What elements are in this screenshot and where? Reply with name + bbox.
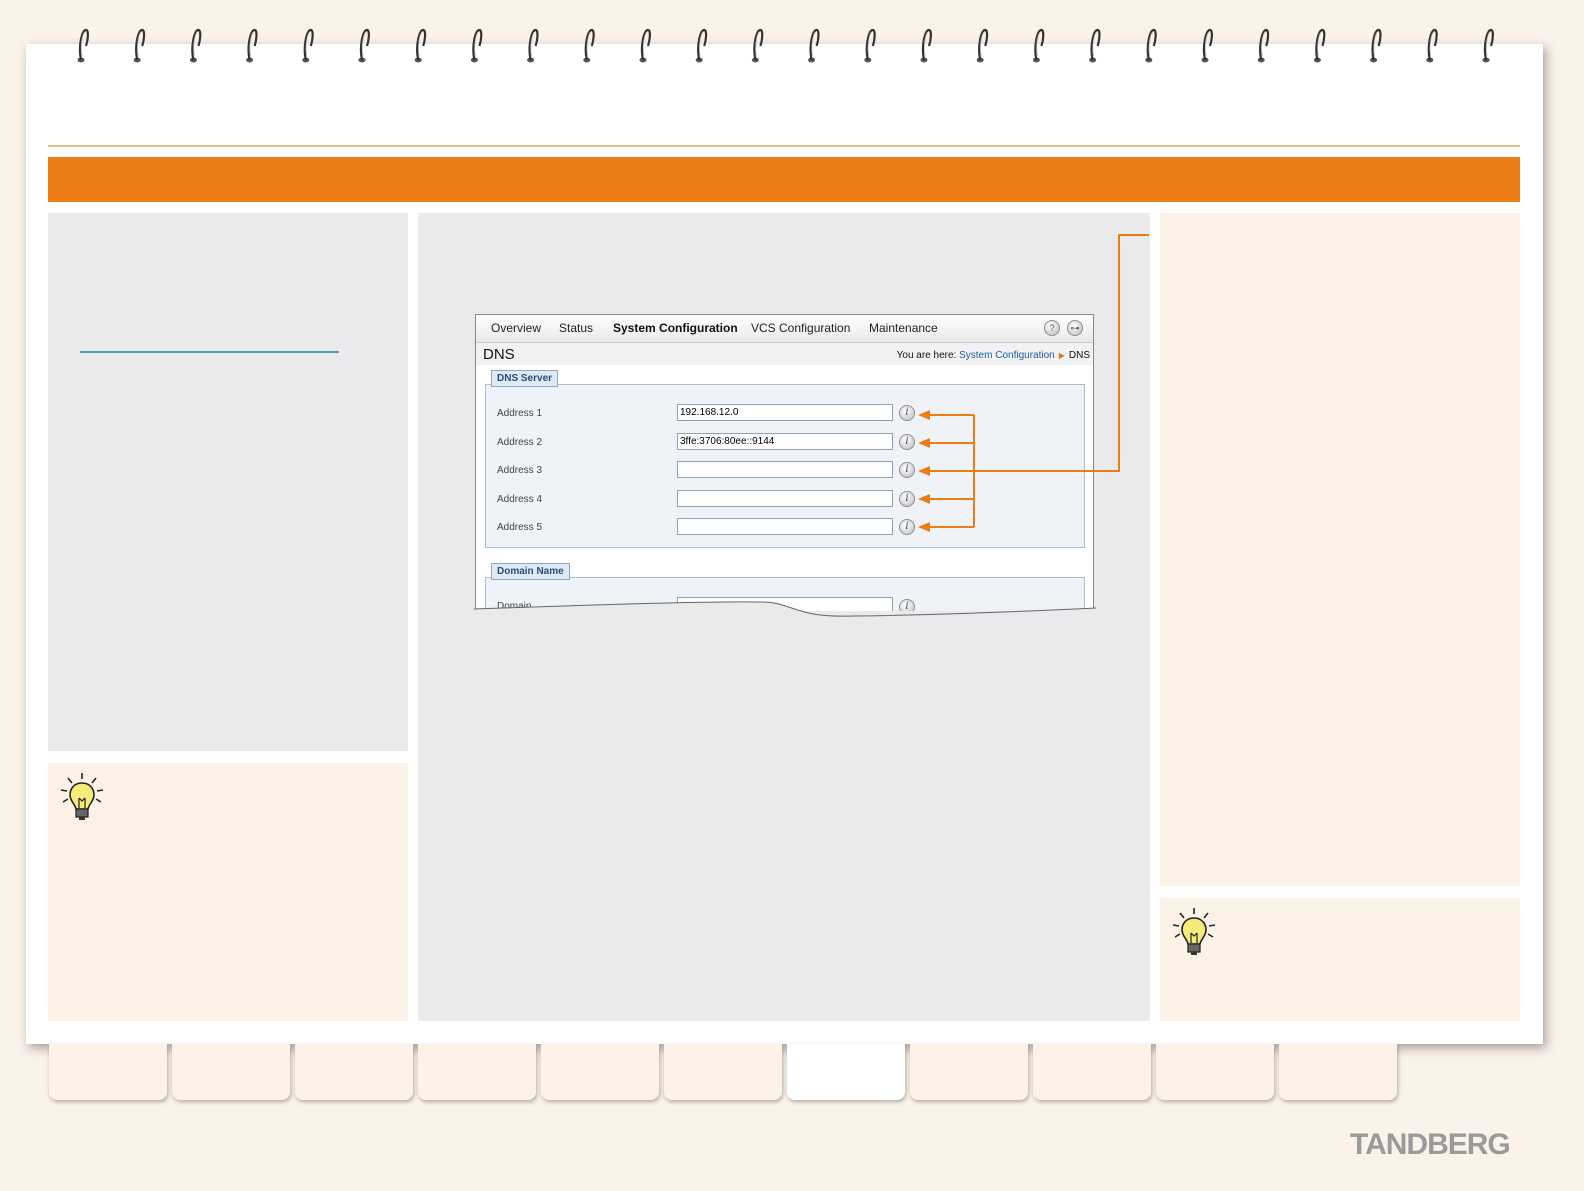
address-5-label: Address 5	[497, 522, 543, 533]
binding-ring	[583, 28, 595, 63]
binding-ring	[864, 28, 876, 63]
tandberg-logo: TANDBERG	[1350, 1128, 1511, 1161]
breadcrumb-link-system-configuration[interactable]: System Configuration	[959, 350, 1055, 361]
binding-ring	[189, 28, 202, 63]
section-tab-6[interactable]	[664, 1044, 782, 1100]
page-title: DNS	[483, 346, 515, 363]
info-icon[interactable]: i	[899, 519, 915, 535]
logout-key-icon[interactable]: ⊶	[1067, 320, 1083, 336]
info-icon[interactable]: i	[899, 405, 915, 421]
address-2-input[interactable]: 3ffe:3706:80ee::9144	[677, 433, 893, 450]
binding-ring	[302, 28, 314, 63]
address-4-label: Address 4	[497, 494, 543, 505]
binding-ring	[639, 28, 651, 63]
binding-ring	[414, 28, 427, 63]
breadcrumb-prefix: You are here:	[896, 350, 957, 361]
breadcrumb: You are here: System Configuration ▶ DNS	[897, 350, 1090, 361]
section-tab-3[interactable]	[295, 1044, 413, 1100]
binding-ring	[246, 28, 258, 63]
address-4-input[interactable]	[677, 490, 893, 507]
binding-ring	[751, 28, 764, 63]
address-2-label: Address 2	[497, 437, 543, 448]
lightbulb-icon	[1172, 908, 1216, 955]
breadcrumb-arrow-icon: ▶	[1058, 351, 1065, 360]
binding-ring	[358, 28, 370, 63]
section-tab-2[interactable]	[172, 1044, 290, 1100]
binding-ring	[1426, 28, 1438, 63]
address-5-input[interactable]	[677, 518, 893, 535]
info-icon[interactable]: i	[899, 462, 915, 478]
right-info-panel	[1160, 213, 1520, 886]
address-1-input[interactable]: 192.168.12.0	[677, 404, 893, 421]
top-navigation-bar: Overview Status System Configuration VCS…	[476, 315, 1093, 343]
dns-config-screenshot: Overview Status System Configuration VCS…	[475, 314, 1094, 611]
binding-ring	[1313, 28, 1326, 63]
binding-ring	[1032, 28, 1045, 63]
binding-ring	[77, 28, 89, 63]
address-1-label: Address 1	[497, 408, 543, 419]
section-tab-10[interactable]	[1156, 1044, 1274, 1100]
right-tip-panel	[1160, 898, 1520, 1021]
binding-ring	[695, 28, 708, 63]
page-title-bar: DNS You are here: System Configuration ▶ D…	[476, 343, 1093, 365]
binding-ring	[1370, 28, 1382, 63]
binding-ring	[470, 28, 483, 63]
binding-ring	[976, 28, 989, 63]
nav-maintenance[interactable]: Maintenance	[869, 321, 938, 335]
section-tab-5[interactable]	[541, 1044, 659, 1100]
dns-server-legend: DNS Server	[491, 370, 559, 387]
section-tab-9[interactable]	[1033, 1044, 1151, 1100]
address-3-input[interactable]	[677, 461, 893, 478]
lightbulb-icon	[60, 773, 104, 820]
binding-ring	[1482, 28, 1494, 63]
binding-ring	[1201, 28, 1213, 63]
section-tab-1[interactable]	[49, 1044, 167, 1100]
section-header-band	[48, 157, 1520, 202]
nav-system-configuration[interactable]: System Configuration	[613, 321, 738, 335]
nav-vcs-configuration[interactable]: VCS Configuration	[751, 321, 850, 335]
domain-name-legend: Domain Name	[491, 563, 570, 580]
breadcrumb-current: DNS	[1068, 350, 1090, 361]
binding-ring	[1257, 28, 1270, 63]
torn-edge	[474, 601, 1096, 622]
section-tab-11[interactable]	[1279, 1044, 1397, 1100]
left-tip-panel	[48, 763, 408, 1021]
section-tab-7-active[interactable]	[787, 1044, 905, 1100]
nav-overview[interactable]: Overview	[491, 321, 541, 335]
info-icon[interactable]: i	[899, 491, 915, 507]
left-panel-link-underline	[80, 351, 339, 353]
info-icon[interactable]: i	[899, 434, 915, 450]
binding-ring	[133, 28, 146, 63]
section-tab-8[interactable]	[910, 1044, 1028, 1100]
binding-ring	[1145, 28, 1157, 63]
binding-ring	[920, 28, 932, 63]
section-tab-4[interactable]	[418, 1044, 536, 1100]
binding-ring	[808, 28, 820, 63]
help-icon[interactable]: ?	[1044, 320, 1060, 336]
binding-ring	[1089, 28, 1101, 63]
nav-status[interactable]: Status	[559, 321, 593, 335]
spiral-binding	[77, 28, 1494, 63]
address-3-label: Address 3	[497, 465, 543, 476]
header-rule	[48, 145, 1520, 147]
binding-ring	[527, 28, 539, 63]
left-info-panel	[48, 213, 408, 751]
